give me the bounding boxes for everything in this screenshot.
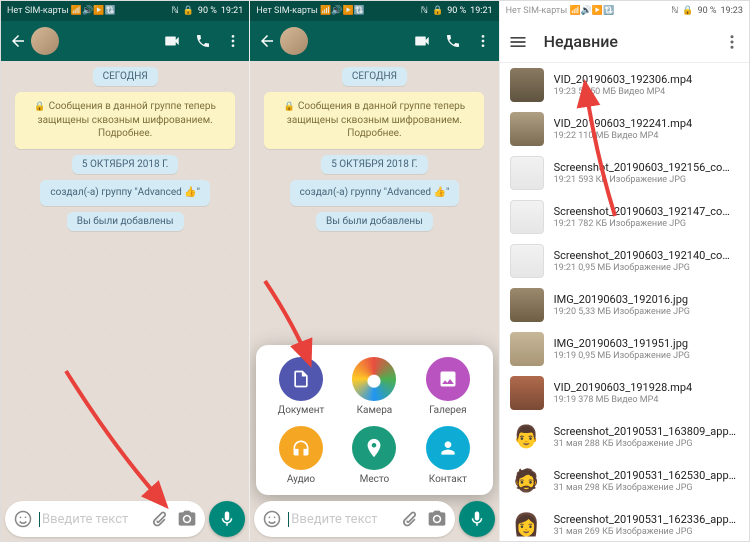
group-created: создал(-а) группу "Advanced 👍" (40, 180, 210, 206)
file-thumb: 👨 (510, 420, 544, 454)
message-placeholder: Введите текст (288, 512, 390, 527)
phone-whatsapp-attach: Нет SIM-карты 📶🔊▶️🔃 ℕ🔒90 %19:21 СЕГОДНЯ … (250, 1, 499, 541)
document-icon (279, 357, 323, 401)
back-icon[interactable] (9, 32, 27, 50)
added-notice: Вы были добавлены (316, 212, 433, 231)
file-row[interactable]: IMG_20190603_191951.jpg19:19 0,95 МБ Изо… (500, 327, 749, 371)
file-thumb (510, 376, 544, 410)
file-thumb: 🧔 (510, 464, 544, 498)
overflow-icon[interactable] (225, 33, 241, 49)
attach-document[interactable]: Документ (278, 357, 325, 416)
file-row[interactable]: Screenshot_20190603_192147_com…19:21 782… (500, 195, 749, 239)
audio-icon (279, 426, 323, 470)
file-row[interactable]: VID_20190603_192241.mp419:22 110 МБ Виде… (500, 107, 749, 151)
file-thumb (510, 332, 544, 366)
location-icon (352, 426, 396, 470)
file-thumb (510, 244, 544, 278)
file-thumb (510, 200, 544, 234)
file-row[interactable]: VID_20190603_191928.mp419:19 378 МБ Виде… (500, 371, 749, 415)
attach-gallery[interactable]: Галерея (426, 357, 470, 416)
file-row[interactable]: 👨Screenshot_20190531_163809_app…31 мая 2… (500, 415, 749, 459)
hamburger-icon[interactable] (508, 32, 528, 52)
file-thumb (510, 288, 544, 322)
picker-header: Недавние (500, 21, 749, 63)
camera-icon[interactable] (177, 509, 197, 529)
picker-title: Недавние (544, 32, 723, 51)
file-thumb: 👩 (510, 508, 544, 541)
file-row[interactable]: IMG_20190603_192016.jpg19:20 5,33 МБ Изо… (500, 283, 749, 327)
video-call-icon[interactable] (413, 32, 431, 50)
message-input[interactable]: Введите текст (254, 501, 454, 537)
voice-call-icon[interactable] (445, 33, 461, 49)
added-notice: Вы были добавлены (67, 212, 184, 231)
statusbar: Нет SIM-карты 📶🔊▶️🔃 ℕ🔒90 %19:23 (500, 1, 749, 21)
date-today: СЕГОДНЯ (342, 67, 407, 86)
date-today: СЕГОДНЯ (93, 67, 158, 86)
camera-icon[interactable] (427, 509, 447, 529)
attach-camera[interactable]: Камера (352, 357, 396, 416)
voice-call-icon[interactable] (195, 33, 211, 49)
statusbar: Нет SIM-карты 📶🔊▶️🔃 ℕ🔒90 %19:21 (1, 1, 249, 21)
file-thumb (510, 156, 544, 190)
emoji-icon[interactable] (13, 509, 33, 529)
statusbar: Нет SIM-карты 📶🔊▶️🔃 ℕ🔒90 %19:21 (250, 1, 498, 21)
avatar[interactable] (31, 27, 59, 55)
attach-location[interactable]: Место (352, 426, 396, 485)
encryption-notice[interactable]: Сообщения в данной группе теперь защищен… (15, 92, 235, 149)
attach-icon[interactable] (399, 509, 419, 529)
file-thumb (510, 68, 544, 102)
file-list: VID_20190603_192306.mp419:23 54,50 МБ Ви… (500, 63, 749, 541)
phone-file-picker: Нет SIM-карты 📶🔊▶️🔃 ℕ🔒90 %19:23 Недавние… (500, 1, 749, 541)
overflow-icon[interactable] (475, 33, 491, 49)
input-bar: Введите текст (254, 501, 494, 537)
overflow-icon[interactable] (723, 33, 741, 51)
attach-icon[interactable] (149, 509, 169, 529)
group-created: создал(-а) группу "Advanced 👍" (290, 180, 460, 206)
attach-audio[interactable]: Аудио (279, 426, 323, 485)
input-bar: Введите текст (5, 501, 245, 537)
message-input[interactable]: Введите текст (5, 501, 205, 537)
chat-body: СЕГОДНЯ Сообщения в данной группе теперь… (1, 61, 249, 499)
file-row[interactable]: 👩Screenshot_20190531_162336_app…31 мая 2… (500, 503, 749, 541)
date-label: 5 ОКТЯБРЯ 2018 Г. (321, 155, 427, 174)
chat-header (250, 21, 498, 61)
camera-color-icon (352, 357, 396, 401)
file-row[interactable]: Screenshot_20190603_192140_com…19:21 0,9… (500, 239, 749, 283)
message-placeholder: Введите текст (39, 512, 141, 527)
gallery-icon (426, 357, 470, 401)
back-icon[interactable] (258, 32, 276, 50)
emoji-icon[interactable] (262, 509, 282, 529)
mic-button[interactable] (459, 501, 495, 537)
contact-icon (426, 426, 470, 470)
encryption-notice[interactable]: Сообщения в данной группе теперь защищен… (264, 92, 484, 149)
phone-whatsapp-chat: Нет SIM-карты 📶🔊▶️🔃 ℕ🔒90 %19:21 СЕГОДНЯ … (1, 1, 250, 541)
mic-button[interactable] (209, 501, 245, 537)
video-call-icon[interactable] (163, 32, 181, 50)
file-row[interactable]: Screenshot_20190603_192156_com…19:21 593… (500, 151, 749, 195)
attachment-sheet: Документ Камера Галерея Аудио Место Конт… (256, 345, 492, 495)
chat-header (1, 21, 249, 61)
file-thumb (510, 112, 544, 146)
file-row[interactable]: 🧔Screenshot_20190531_162530_app…31 мая 2… (500, 459, 749, 503)
date-label: 5 ОКТЯБРЯ 2018 Г. (72, 155, 178, 174)
file-row[interactable]: VID_20190603_192306.mp419:23 54,50 МБ Ви… (500, 63, 749, 107)
avatar[interactable] (280, 27, 308, 55)
attach-contact[interactable]: Контакт (426, 426, 470, 485)
